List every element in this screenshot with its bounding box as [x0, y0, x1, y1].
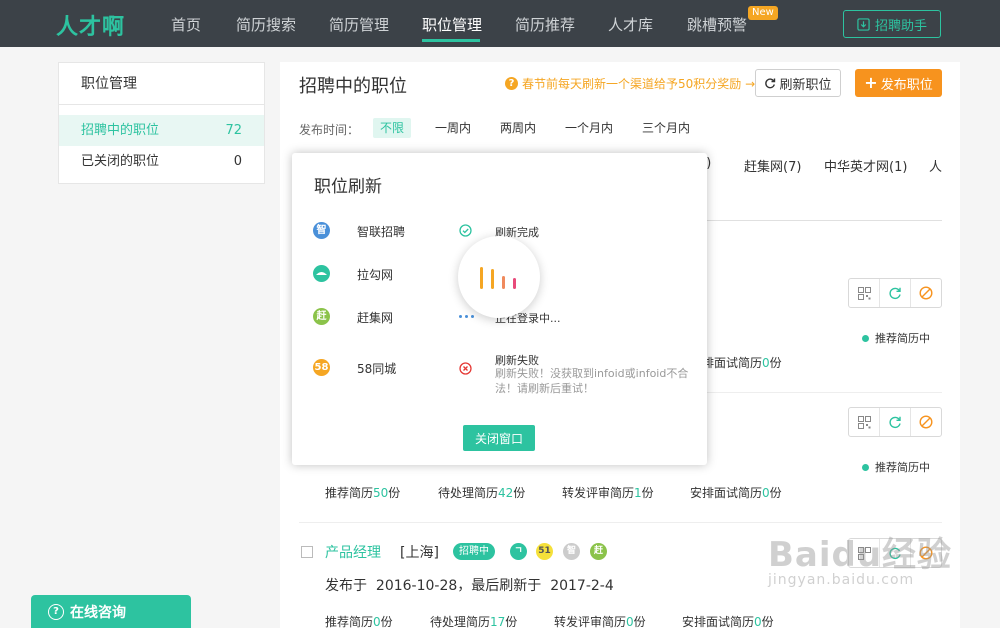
- promo-text: 春节前每天刷新一个渠道给予50积分奖励 →: [522, 77, 756, 91]
- tongcheng58-icon: 58: [313, 359, 330, 376]
- nav-resume-search[interactable]: 简历搜索: [236, 14, 296, 35]
- stat-pending: 待处理简历42份: [438, 486, 526, 500]
- filter-label: 发布时间：: [299, 123, 360, 137]
- zhilian-icon: 智: [563, 543, 580, 560]
- source-tab-chinahr[interactable]: 中华英才网(1): [824, 156, 907, 175]
- sidebar-item-label: 招聘中的职位: [81, 123, 160, 138]
- zhilian-icon: 智: [313, 222, 330, 239]
- new-badge: New: [748, 6, 778, 20]
- row-refresh-button[interactable]: [880, 279, 911, 307]
- check-circle-icon: [459, 224, 472, 237]
- filter-one-month[interactable]: 一个月内: [558, 118, 620, 138]
- question-icon: ?: [505, 77, 518, 90]
- sidebar-item-label: 已关闭的职位: [81, 154, 160, 169]
- row-action-group: [848, 278, 942, 308]
- close-job-button[interactable]: [911, 279, 941, 307]
- modal-title: 职位刷新: [314, 177, 382, 197]
- refresh-modal: 职位刷新 智 智联招聘 刷新完成 拉勾网 赶 赶集网 正在登录中... 58 5…: [292, 153, 707, 465]
- watermark-main: Baidu经验: [768, 535, 953, 575]
- stat-pending: 待处理简历17份: [430, 615, 518, 628]
- question-icon: ?: [48, 603, 64, 620]
- error-detail: 刷新失败！没获取到infoid或infoid不合法！请刷新后重试！: [495, 367, 689, 395]
- sidebar-title: 职位管理: [59, 63, 264, 105]
- refresh-jobs-label: 刷新职位: [779, 77, 832, 93]
- top-nav: 人才啊 首页 简历搜索 简历管理 职位管理 简历推荐 人才库 跳槽预警 New …: [0, 0, 1000, 47]
- forbidden-icon: [919, 415, 933, 429]
- job-select-checkbox[interactable]: [301, 546, 313, 558]
- channel-name: 拉勾网: [357, 268, 394, 282]
- sidebar-item-count: 72: [225, 123, 242, 138]
- nav-active-indicator: [422, 39, 480, 42]
- qr-code-icon: [857, 286, 871, 300]
- channel-name: 智联招聘: [357, 225, 406, 239]
- job-city: [上海]: [400, 545, 439, 561]
- refresh-icon: [889, 416, 901, 429]
- row-divider: [299, 522, 942, 523]
- refresh-jobs-button[interactable]: 刷新职位: [755, 69, 841, 97]
- job-title-link[interactable]: 产品经理: [325, 542, 381, 562]
- lagou-icon: ㄱ: [510, 543, 527, 560]
- refresh-icon: [765, 78, 776, 89]
- nav-resume-manage[interactable]: 简历管理: [329, 14, 389, 35]
- job51-icon: 51: [536, 543, 553, 560]
- status-badge: 招聘中: [453, 543, 495, 560]
- recruit-helper-label: 招聘助手: [874, 18, 927, 34]
- plus-icon: +: [864, 73, 878, 92]
- channel-name: 58同城: [357, 362, 397, 376]
- lagou-icon: [313, 265, 330, 282]
- publish-info: 发布于 2016-10-28，最后刷新于 2017-2-4: [325, 578, 614, 594]
- loading-spinner-icon: [458, 236, 540, 318]
- promo-link[interactable]: ? 春节前每天刷新一个渠道给予50积分奖励 →: [505, 75, 755, 92]
- qr-code-button[interactable]: [849, 408, 880, 436]
- stat-forwarded: 转发评审简历0份: [554, 615, 646, 628]
- stat-interview: 安排面试简历0份: [690, 486, 782, 500]
- sidebar-item-closed-jobs[interactable]: 已关闭的职位 0: [59, 146, 264, 177]
- post-job-label: 发布职位: [880, 77, 933, 93]
- status-recommending: 推荐简历中: [862, 459, 930, 475]
- page-title: 招聘中的职位: [299, 76, 407, 97]
- close-job-button[interactable]: [911, 408, 941, 436]
- online-consult-label: 在线咨询: [70, 604, 126, 621]
- qr-code-icon: [857, 415, 871, 429]
- error-circle-icon: [459, 362, 472, 375]
- channel-name: 赶集网: [357, 311, 394, 325]
- stat-forwarded: 转发评审简历1份: [562, 486, 654, 500]
- filter-three-months[interactable]: 三个月内: [635, 118, 697, 138]
- logo[interactable]: 人才啊: [56, 9, 125, 41]
- stat-recommended: 推荐简历0份: [325, 615, 393, 628]
- nav-job-alert[interactable]: 跳槽预警: [687, 14, 747, 35]
- post-job-button[interactable]: + 发布职位: [855, 69, 942, 97]
- nav-talent-pool[interactable]: 人才库: [608, 14, 653, 35]
- stat-interview: 安排面试简历0份: [682, 615, 774, 628]
- filter-two-weeks[interactable]: 两周内: [493, 118, 543, 138]
- nav-resume-recommend[interactable]: 简历推荐: [515, 14, 575, 35]
- status-recommending: 推荐简历中: [862, 330, 930, 346]
- filter-any[interactable]: 不限: [373, 118, 412, 138]
- sidebar-item-active-jobs[interactable]: 招聘中的职位 72: [59, 115, 264, 146]
- recruit-helper-button[interactable]: 招聘助手: [843, 10, 941, 38]
- online-consult-button[interactable]: ? 在线咨询: [31, 595, 191, 628]
- source-tab-ganji[interactable]: 赶集网(7): [744, 156, 801, 175]
- ganji-icon: 赶: [313, 308, 330, 325]
- loading-dots-icon: [459, 315, 475, 319]
- ganji-icon: 赶: [590, 543, 607, 560]
- row-action-group: [848, 407, 942, 437]
- download-icon: [857, 17, 870, 31]
- row-refresh-button[interactable]: [880, 408, 911, 436]
- forbidden-icon: [919, 286, 933, 300]
- sidebar-item-count: 0: [233, 154, 242, 169]
- source-tab-more[interactable]: 人: [929, 156, 942, 175]
- watermark: Baidu经验 jingyan.baidu.com: [768, 527, 952, 588]
- filter-one-week[interactable]: 一周内: [428, 118, 478, 138]
- qr-code-button[interactable]: [849, 279, 880, 307]
- nav-job-manage[interactable]: 职位管理: [422, 14, 482, 35]
- refresh-icon: [889, 287, 901, 300]
- close-window-button[interactable]: 关闭窗口: [463, 425, 535, 451]
- stat-recommended: 推荐简历50份: [325, 486, 401, 500]
- nav-home[interactable]: 首页: [171, 14, 201, 35]
- sidebar: 职位管理 招聘中的职位 72 已关闭的职位 0: [58, 62, 265, 184]
